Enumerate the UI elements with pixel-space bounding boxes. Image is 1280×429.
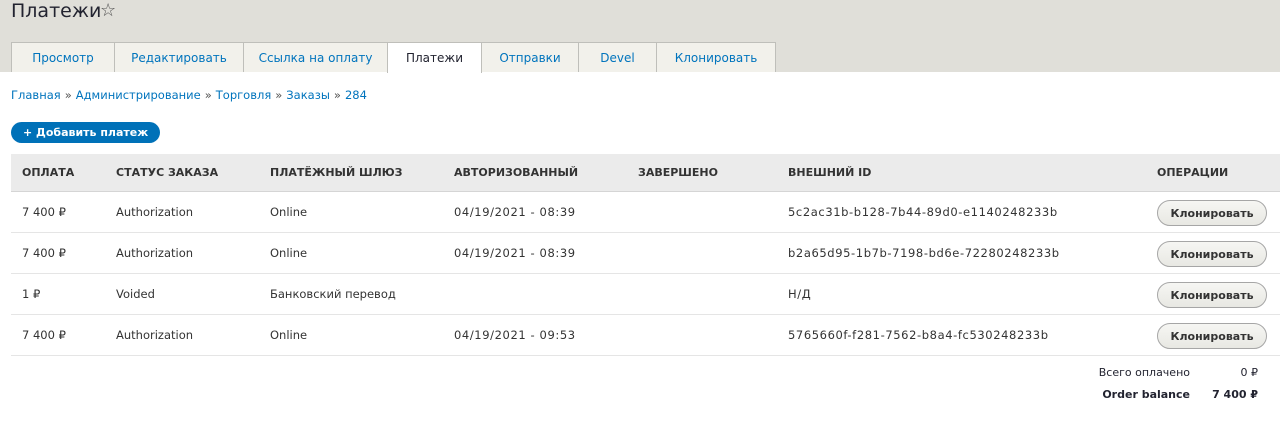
- table-row: 7 400 ₽ Authorization Online 04/19/2021 …: [11, 315, 1280, 356]
- external-id: 5c2ac31b-b128-7b44-89d0-e1140248233b: [788, 205, 1058, 219]
- tab-shipments[interactable]: Отправки: [481, 42, 579, 72]
- table-header: ОПЛАТА СТАТУС ЗАКАЗА ПЛАТЁЖНЫЙ ШЛЮЗ АВТО…: [11, 154, 1280, 192]
- payment-gateway: Online: [270, 205, 308, 219]
- breadcrumb-order-id[interactable]: 284: [345, 88, 367, 102]
- authorized-date: 04/19/2021 - 08:39: [454, 205, 576, 219]
- order-status: Authorization: [116, 328, 194, 342]
- breadcrumb-separator: »: [333, 88, 341, 102]
- clone-button[interactable]: Клонировать: [1157, 241, 1267, 267]
- breadcrumb-separator: »: [64, 88, 72, 102]
- order-balance-label: Order balance: [1102, 388, 1190, 401]
- payment-amount: 7 400 ₽: [22, 246, 66, 260]
- tab-edit[interactable]: Редактировать: [114, 42, 244, 72]
- clone-button[interactable]: Клонировать: [1157, 282, 1267, 308]
- column-header-operations: ОПЕРАЦИИ: [1157, 166, 1229, 179]
- order-status: Authorization: [116, 205, 194, 219]
- payment-gateway: Online: [270, 328, 308, 342]
- page-header: Платежи ☆ Просмотр Редактировать Ссылка …: [0, 0, 1280, 73]
- tab-payment-link[interactable]: Ссылка на оплату: [243, 42, 388, 72]
- table-row: 1 ₽ Voided Банковский перевод Н/Д Клонир…: [11, 274, 1280, 315]
- breadcrumb-orders[interactable]: Заказы: [286, 88, 330, 102]
- payment-amount: 7 400 ₽: [22, 328, 66, 342]
- tab-devel[interactable]: Devel: [578, 42, 657, 72]
- page-title: Платежи: [11, 0, 102, 22]
- order-status: Authorization: [116, 246, 194, 260]
- breadcrumb: Главная » Администрирование » Торговля »…: [11, 88, 367, 102]
- order-balance-row: Order balance 7 400 ₽: [1040, 388, 1260, 410]
- external-id: b2a65d95-1b7b-7198-bd6e-72280248233b: [788, 246, 1060, 260]
- total-paid-label: Всего оплачено: [1098, 366, 1190, 379]
- payment-amount: 1 ₽: [22, 287, 41, 301]
- table-row: 7 400 ₽ Authorization Online 04/19/2021 …: [11, 233, 1280, 274]
- breadcrumb-commerce[interactable]: Торговля: [216, 88, 271, 102]
- payments-table: ОПЛАТА СТАТУС ЗАКАЗА ПЛАТЁЖНЫЙ ШЛЮЗ АВТО…: [11, 154, 1280, 356]
- breadcrumb-admin[interactable]: Администрирование: [76, 88, 201, 102]
- total-paid-value: 0 ₽: [1240, 366, 1259, 379]
- external-id: Н/Д: [788, 287, 812, 301]
- column-header-completed[interactable]: ЗАВЕРШЕНО: [638, 154, 718, 192]
- clone-button[interactable]: Клонировать: [1157, 200, 1267, 226]
- payment-gateway: Online: [270, 246, 308, 260]
- column-header-payment[interactable]: ОПЛАТА: [22, 154, 74, 192]
- breadcrumb-separator: »: [275, 88, 283, 102]
- authorized-date: 04/19/2021 - 08:39: [454, 246, 576, 260]
- column-header-authorized[interactable]: АВТОРИЗОВАННЫЙ: [454, 154, 578, 192]
- order-status: Voided: [116, 287, 155, 301]
- order-balance-value: 7 400 ₽: [1212, 388, 1258, 401]
- star-icon[interactable]: ☆: [100, 1, 116, 21]
- payment-gateway: Банковский перевод: [270, 287, 396, 301]
- order-totals: Всего оплачено 0 ₽ Order balance 7 400 ₽: [1040, 366, 1260, 410]
- column-header-external-id[interactable]: ВНЕШНИЙ ID: [788, 154, 871, 192]
- tab-clone[interactable]: Клонировать: [656, 42, 776, 72]
- add-payment-button[interactable]: + Добавить платеж: [11, 122, 161, 143]
- tab-view[interactable]: Просмотр: [11, 42, 115, 72]
- breadcrumb-home[interactable]: Главная: [11, 88, 61, 102]
- payment-amount: 7 400 ₽: [22, 205, 66, 219]
- table-row: 7 400 ₽ Authorization Online 04/19/2021 …: [11, 192, 1280, 233]
- clone-button[interactable]: Клонировать: [1157, 323, 1267, 349]
- breadcrumb-separator: »: [204, 88, 212, 102]
- external-id: 5765660f-f281-7562-b8a4-fc530248233b: [788, 328, 1049, 342]
- tab-bar: Просмотр Редактировать Ссылка на оплату …: [11, 42, 776, 73]
- column-header-order-status[interactable]: СТАТУС ЗАКАЗА: [116, 154, 218, 192]
- tab-payments[interactable]: Платежи: [387, 42, 482, 73]
- authorized-date: 04/19/2021 - 09:53: [454, 328, 576, 342]
- total-paid-row: Всего оплачено 0 ₽: [1040, 366, 1260, 388]
- column-header-gateway[interactable]: ПЛАТЁЖНЫЙ ШЛЮЗ: [270, 154, 402, 192]
